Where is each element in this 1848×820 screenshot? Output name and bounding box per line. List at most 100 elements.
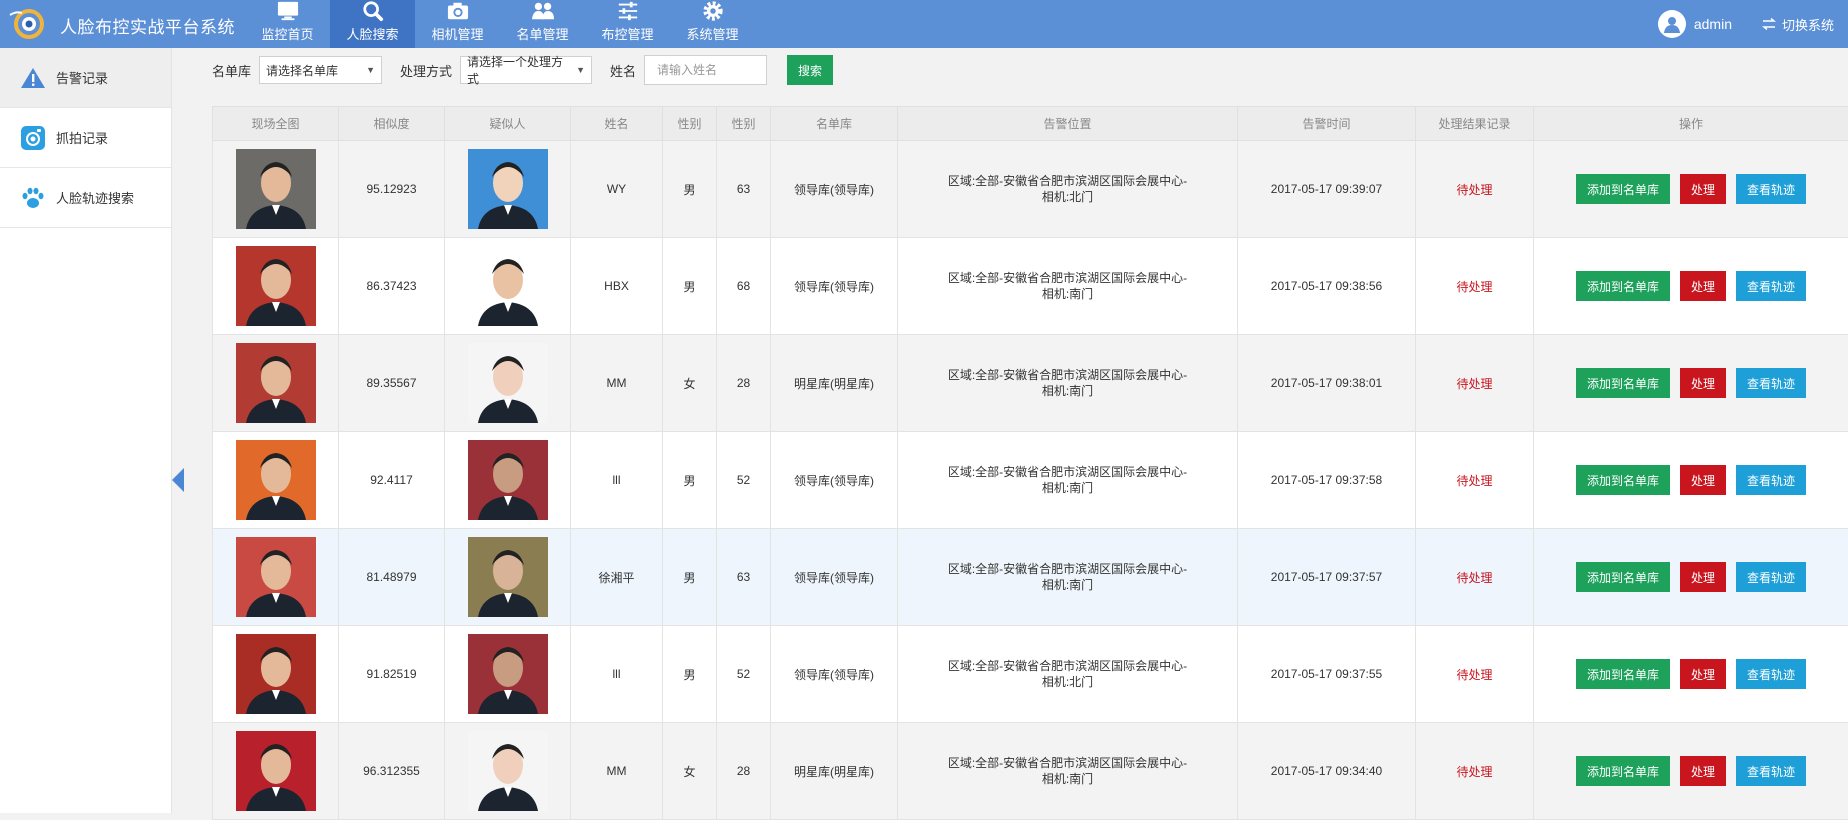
- scene-photo[interactable]: [236, 440, 316, 520]
- add-to-list-button[interactable]: 添加到名单库: [1576, 562, 1670, 592]
- suspect-photo[interactable]: [468, 149, 548, 229]
- similarity-cell: 86.37423: [339, 238, 445, 335]
- suspect-photo[interactable]: [468, 537, 548, 617]
- list-select[interactable]: 请选择名单库 ▼: [259, 56, 382, 84]
- suspect-photo[interactable]: [468, 440, 548, 520]
- operations-cell: 添加到名单库 处理 查看轨迹: [1534, 141, 1848, 238]
- process-button[interactable]: 处理: [1680, 562, 1726, 592]
- add-to-list-button[interactable]: 添加到名单库: [1576, 465, 1670, 495]
- gender-cell: 男: [663, 432, 717, 529]
- process-button[interactable]: 处理: [1680, 659, 1726, 689]
- similarity-cell: 81.48979: [339, 529, 445, 626]
- location-camera: 相机:南门: [898, 577, 1237, 593]
- suspect-photo-cell: [445, 723, 571, 820]
- location-camera: 相机:南门: [898, 771, 1237, 787]
- location-area: 区域:全部-安徽省合肥市滨湖区国际会展中心-: [898, 270, 1237, 286]
- add-to-list-button[interactable]: 添加到名单库: [1576, 271, 1670, 301]
- scene-photo[interactable]: [236, 537, 316, 617]
- sidebar-collapse-toggle[interactable]: [170, 466, 186, 494]
- process-button[interactable]: 处理: [1680, 368, 1726, 398]
- view-track-button[interactable]: 查看轨迹: [1736, 174, 1806, 204]
- main-nav: 监控首页 人脸搜索 相机管理 名单管理 布控管理 系统管理: [245, 0, 755, 48]
- process-button[interactable]: 处理: [1680, 271, 1726, 301]
- alarm-table: 现场全图 相似度 疑似人 姓名 性别 性别 名单库 告警位置 告警时间 处理结果…: [212, 106, 1848, 820]
- scene-photo[interactable]: [236, 343, 316, 423]
- view-track-button[interactable]: 查看轨迹: [1736, 368, 1806, 398]
- chevron-down-icon: ▼: [576, 65, 585, 75]
- search-button[interactable]: 搜索: [787, 55, 833, 85]
- process-button[interactable]: 处理: [1680, 465, 1726, 495]
- suspect-photo-cell: [445, 432, 571, 529]
- add-to-list-button[interactable]: 添加到名单库: [1576, 756, 1670, 786]
- nav-list-management[interactable]: 名单管理: [500, 0, 585, 48]
- username[interactable]: admin: [1694, 16, 1732, 32]
- gender-cell: 男: [663, 626, 717, 723]
- swap-icon: [1762, 18, 1776, 30]
- age-cell: 63: [717, 141, 771, 238]
- add-to-list-button[interactable]: 添加到名单库: [1576, 174, 1670, 204]
- search-icon: [360, 0, 386, 22]
- scene-photo[interactable]: [236, 731, 316, 811]
- sidebar-item-alarm-records[interactable]: 告警记录: [0, 48, 171, 108]
- view-track-button[interactable]: 查看轨迹: [1736, 562, 1806, 592]
- user-avatar-icon[interactable]: [1658, 10, 1686, 38]
- age-cell: 52: [717, 626, 771, 723]
- view-track-button[interactable]: 查看轨迹: [1736, 271, 1806, 301]
- status-cell: 待处理: [1416, 432, 1534, 529]
- name-input[interactable]: [644, 55, 767, 85]
- suspect-photo[interactable]: [468, 343, 548, 423]
- monitor-icon: [275, 0, 301, 22]
- age-cell: 28: [717, 723, 771, 820]
- list-cell: 领导库(领导库): [771, 626, 898, 723]
- name-cell: MM: [571, 723, 663, 820]
- add-to-list-button[interactable]: 添加到名单库: [1576, 659, 1670, 689]
- nav-label: 系统管理: [686, 24, 738, 43]
- operations-cell: 添加到名单库 处理 查看轨迹: [1534, 432, 1848, 529]
- view-track-button[interactable]: 查看轨迹: [1736, 756, 1806, 786]
- nav-control-management[interactable]: 布控管理: [585, 0, 670, 48]
- sidebar-item-snapshot-records[interactable]: 抓拍记录: [0, 108, 171, 168]
- view-track-button[interactable]: 查看轨迹: [1736, 465, 1806, 495]
- list-cell: 领导库(领导库): [771, 238, 898, 335]
- add-to-list-button[interactable]: 添加到名单库: [1576, 368, 1670, 398]
- gender-cell: 男: [663, 238, 717, 335]
- scene-photo[interactable]: [236, 149, 316, 229]
- suspect-photo[interactable]: [468, 731, 548, 811]
- nav-face-search[interactable]: 人脸搜索: [330, 0, 415, 48]
- name-cell: 徐湘平: [571, 529, 663, 626]
- suspect-photo[interactable]: [468, 246, 548, 326]
- scene-photo-cell: [213, 723, 339, 820]
- process-button[interactable]: 处理: [1680, 756, 1726, 786]
- scene-photo-cell: [213, 141, 339, 238]
- location-cell: 区域:全部-安徽省合肥市滨湖区国际会展中心- 相机:南门: [898, 723, 1238, 820]
- nav-camera-management[interactable]: 相机管理: [415, 0, 500, 48]
- location-area: 区域:全部-安徽省合肥市滨湖区国际会展中心-: [898, 367, 1237, 383]
- snapshot-icon: [20, 125, 46, 151]
- filter-bar: 名单库 请选择名单库 ▼ 处理方式 请选择一个处理方式 ▼ 姓名 搜索: [212, 55, 833, 85]
- sidebar-item-label: 告警记录: [56, 68, 108, 87]
- suspect-photo[interactable]: [468, 634, 548, 714]
- scene-photo[interactable]: [236, 634, 316, 714]
- list-cell: 领导库(领导库): [771, 529, 898, 626]
- sidebar-item-face-trajectory[interactable]: 人脸轨迹搜索: [0, 168, 171, 228]
- nav-system-management[interactable]: 系统管理: [670, 0, 755, 48]
- location-area: 区域:全部-安徽省合肥市滨湖区国际会展中心-: [898, 561, 1237, 577]
- method-select[interactable]: 请选择一个处理方式 ▼: [460, 56, 592, 84]
- nav-label: 名单管理: [516, 24, 568, 43]
- operations-cell: 添加到名单库 处理 查看轨迹: [1534, 238, 1848, 335]
- column-header: 疑似人: [445, 107, 571, 141]
- nav-monitor-home[interactable]: 监控首页: [245, 0, 330, 48]
- suspect-photo-cell: [445, 529, 571, 626]
- list-cell: 领导库(领导库): [771, 432, 898, 529]
- table-row: 92.4117 lll 男 52 领导库(领导库) 区域:全部-安徽省合肥市滨湖…: [213, 432, 1848, 529]
- nav-label: 监控首页: [261, 24, 313, 43]
- scene-photo[interactable]: [236, 246, 316, 326]
- status-cell: 待处理: [1416, 626, 1534, 723]
- location-cell: 区域:全部-安徽省合肥市滨湖区国际会展中心- 相机:南门: [898, 432, 1238, 529]
- view-track-button[interactable]: 查看轨迹: [1736, 659, 1806, 689]
- process-button[interactable]: 处理: [1680, 174, 1726, 204]
- location-area: 区域:全部-安徽省合肥市滨湖区国际会展中心-: [898, 173, 1237, 189]
- top-bar: 人脸布控实战平台系统 监控首页 人脸搜索 相机管理 名单管理 布控管理 系统管理: [0, 0, 1848, 48]
- switch-system-button[interactable]: 切换系统: [1762, 15, 1834, 34]
- location-cell: 区域:全部-安徽省合肥市滨湖区国际会展中心- 相机:南门: [898, 335, 1238, 432]
